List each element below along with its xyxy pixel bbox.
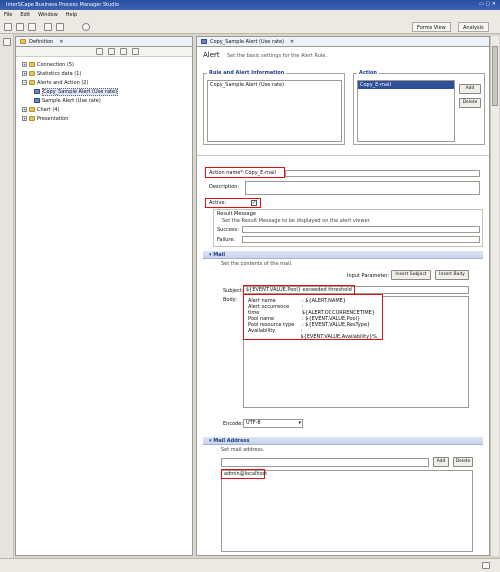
address-item[interactable]: admin@localhost (221, 469, 267, 479)
minimized-view-icon[interactable] (3, 38, 11, 46)
editor-scrollbar[interactable] (490, 36, 499, 556)
input-parameter-label: Input Parameter: (347, 273, 390, 279)
action-list-item-selected[interactable]: Copy_E-mail (358, 81, 454, 89)
left-toolstrip (0, 34, 14, 558)
refresh-icon[interactable] (132, 48, 139, 55)
rule-group-title: Rule and Alert Information (207, 70, 287, 76)
mail-address-hint: Set mail address. (221, 447, 265, 453)
active-label: Active: (209, 200, 227, 206)
delete-action-button[interactable]: Delete (459, 98, 481, 108)
menu-file[interactable]: File (4, 12, 12, 18)
action-name-input[interactable] (285, 170, 480, 177)
definition-tab[interactable]: Definition ✕ (16, 37, 192, 47)
tree-item-copy-alert[interactable]: Copy_Sample Alert (Use rate) (16, 87, 192, 96)
chevron-down-icon: ▾ (298, 420, 301, 426)
mail-address-section-header[interactable]: ▾ Mail Address (203, 437, 483, 445)
rule-group: Rule and Alert Information Copy_Sample A… (203, 70, 345, 145)
result-message-hint: Set the Result Message to be displayed o… (222, 218, 371, 224)
new-icon[interactable] (4, 23, 12, 31)
folder-icon (29, 80, 35, 85)
address-list[interactable] (221, 470, 473, 552)
success-label: Success: (217, 227, 239, 233)
window-controls[interactable]: ▭ ▢ ✕ (479, 1, 496, 7)
rule-list[interactable]: Copy_Sample Alert (Use rate) (207, 80, 342, 142)
failure-input[interactable] (242, 236, 480, 243)
close-tab-icon[interactable]: ✕ (290, 39, 294, 45)
perspective-forms[interactable]: Forms View (412, 22, 451, 32)
description-label: Description: (209, 184, 240, 190)
forward-icon[interactable] (56, 23, 64, 31)
action-list[interactable]: Copy_E-mail (357, 80, 455, 142)
definition-toolbar (16, 47, 192, 57)
body-line: Alert occurrence time: ${ALERT.OCCURRENC… (248, 304, 375, 316)
result-message-title: Result Message (217, 211, 256, 217)
status-icon (482, 562, 490, 569)
menu-window[interactable]: Window (38, 12, 58, 18)
add-address-button[interactable]: Add (433, 457, 449, 467)
body-line: Availability: ${EVENT.VALUE,Availability… (248, 328, 377, 340)
scroll-thumb[interactable] (492, 46, 498, 106)
help-icon[interactable] (82, 23, 90, 31)
rule-list-item[interactable]: Copy_Sample Alert (Use rate) (208, 81, 341, 89)
action-group: Action Copy_E-mail Add Delete (353, 70, 485, 145)
body-label: Body: (223, 297, 237, 303)
perspective-analysis[interactable]: Analysis (458, 22, 489, 32)
divider (197, 155, 489, 156)
menu-bar: File Edit Window Help (0, 10, 500, 20)
definition-icon (20, 39, 26, 44)
success-input[interactable] (242, 226, 480, 233)
mail-hint: Set the contents of the mail. (221, 261, 293, 267)
add-action-button[interactable]: Add (459, 84, 481, 94)
subject-label: Subject: (223, 288, 244, 294)
folder-icon (29, 107, 35, 112)
alert-editor: Copy_Sample Alert (Use rate) ✕ Alert Set… (196, 36, 490, 556)
title-bar: InterSCape Business Process Manager Stud… (0, 0, 500, 10)
tree-item-presentation[interactable]: + Presentation (16, 114, 192, 123)
delete-icon[interactable] (120, 48, 127, 55)
folder-icon (29, 116, 35, 121)
menu-help[interactable]: Help (66, 12, 77, 18)
encode-select[interactable]: UTF-8 ▾ (243, 419, 303, 428)
mail-address-input[interactable] (221, 458, 429, 467)
tree-item-chart[interactable]: + Chart (4) (16, 105, 192, 114)
new-item-icon[interactable] (96, 48, 103, 55)
tree-item-connection[interactable]: + Connection (5) (16, 60, 192, 69)
tree-item-sample-alert[interactable]: Sample Alert (Use rate) (16, 96, 192, 105)
encode-label: Encode: (223, 421, 244, 427)
definition-tree: + Connection (5) + Statistics data (1) − Al… (16, 57, 192, 123)
status-bar (0, 558, 500, 572)
delete-address-button[interactable]: Delete (453, 457, 473, 467)
window-title: InterSCape Business Process Manager Stud… (6, 2, 119, 8)
action-group-title: Action (357, 70, 379, 76)
editor-heading: Alert (203, 51, 220, 59)
close-tab-icon[interactable]: ✕ (59, 39, 63, 45)
action-name-field[interactable]: Copy_E-mail (245, 170, 276, 176)
print-icon[interactable] (28, 23, 36, 31)
active-checkbox[interactable]: ✓ (251, 200, 257, 206)
failure-label: Failure: (217, 237, 236, 243)
result-message-group: Result Message Set the Result Message to… (213, 209, 483, 247)
tree-item-alerts[interactable]: − Alerts and Action (2) (16, 78, 192, 87)
back-icon[interactable] (44, 23, 52, 31)
insert-subject-button[interactable]: Insert Subject (391, 270, 431, 280)
mail-section-header[interactable]: ▾ Mail (203, 251, 483, 259)
alert-icon (201, 39, 207, 44)
description-input[interactable] (245, 181, 480, 195)
alert-icon (34, 89, 40, 94)
editor-tab[interactable]: Copy_Sample Alert (Use rate) ✕ (197, 37, 489, 47)
body-content[interactable]: Alert name: ${ALERT.NAME} Alert occurren… (243, 294, 383, 340)
save-icon[interactable] (16, 23, 24, 31)
toolbar: Forms View Analysis (0, 20, 500, 34)
menu-edit[interactable]: Edit (20, 12, 30, 18)
action-name-label: Action name*: (209, 170, 245, 176)
folder-icon (29, 71, 35, 76)
editor-heading-sub: Set the basic settings for the Alert Rul… (227, 53, 327, 59)
insert-body-button[interactable]: Insert Body (435, 270, 469, 280)
folder-icon (29, 62, 35, 67)
tree-item-statistics[interactable]: + Statistics data (1) (16, 69, 192, 78)
definition-pane: Definition ✕ + Connection (5) + Statistics… (15, 36, 193, 556)
copy-icon[interactable] (108, 48, 115, 55)
alert-icon (34, 98, 40, 103)
